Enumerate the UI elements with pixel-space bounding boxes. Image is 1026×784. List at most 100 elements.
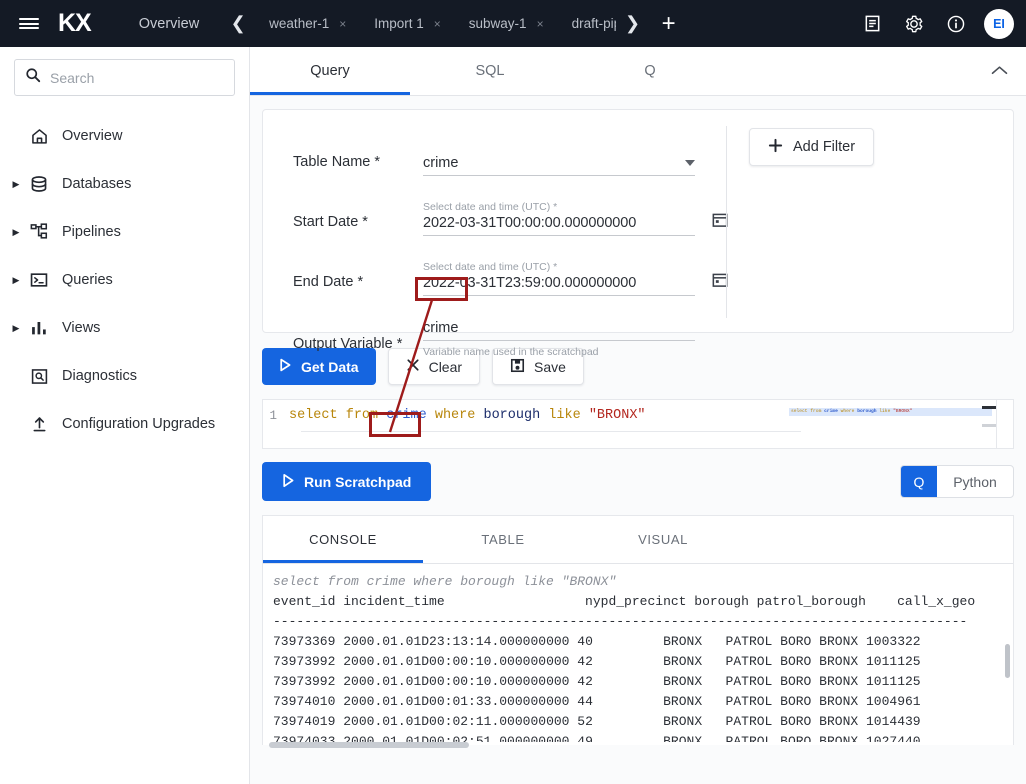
search-input[interactable]: Search: [14, 59, 235, 96]
output-panel: CONSOLE TABLE VISUAL select from crime w…: [262, 515, 1014, 748]
chevron-up-icon[interactable]: [972, 46, 1026, 95]
chevron-right-icon[interactable]: ▶: [8, 227, 24, 238]
tab-sql[interactable]: SQL: [410, 46, 570, 95]
sidebar-item-label: Databases: [62, 176, 132, 192]
close-icon: [406, 358, 420, 375]
scratchpad-controls: Run Scratchpad Q Python: [250, 449, 1026, 501]
sidebar-item-configuration-upgrades[interactable]: ▶ Configuration Upgrades: [0, 400, 249, 448]
cell-call-x-geo: 1004961: [865, 694, 921, 709]
tab-q[interactable]: Q: [570, 46, 730, 95]
sidebar-item-views[interactable]: ▶ Views: [0, 304, 249, 352]
field-label: Table Name *: [293, 154, 381, 170]
console-vertical-scrollbar[interactable]: [1005, 644, 1010, 678]
end-date-input[interactable]: 2022-03-31T23:59:00.000000000: [423, 275, 695, 296]
tabs-scroll-left-icon[interactable]: ❮: [221, 0, 255, 47]
language-option-python[interactable]: Python: [937, 466, 1013, 497]
cell-nypd-precinct: 42: [577, 654, 593, 669]
close-icon[interactable]: ×: [434, 17, 441, 31]
cell-incident-time: 2000.01.01D00:00:10.000000000: [343, 654, 570, 669]
tabs-scroll-right-icon[interactable]: ❯: [616, 0, 650, 47]
editor-current-line-underline: [301, 431, 801, 432]
sidebar-item-label: Diagnostics: [62, 368, 137, 384]
form-divider: [726, 126, 727, 318]
sidebar-item-queries[interactable]: ▶ Queries: [0, 256, 249, 304]
tab-query[interactable]: Query: [250, 46, 410, 95]
query-form-card: Table Name * crime Start Date * Select d…: [262, 109, 1014, 358]
language-option-q[interactable]: Q: [901, 466, 937, 497]
button-label: Clear: [428, 358, 463, 375]
sidebar-item-overview[interactable]: ▶ Overview: [0, 112, 249, 160]
tab-table[interactable]: TABLE: [423, 516, 583, 563]
cell-call-x-geo: 1011125: [865, 654, 921, 669]
cell-patrol-borough: PATROL BORO BRONX: [725, 694, 859, 709]
sidebar-item-pipelines[interactable]: ▶ Pipelines: [0, 208, 249, 256]
add-filter-label: Add Filter: [793, 139, 856, 155]
notes-icon[interactable]: [852, 0, 892, 47]
editor-minimap[interactable]: select from crime where borough like "BR…: [785, 400, 997, 448]
console-output[interactable]: select from crime where borough like "BR…: [263, 564, 1013, 742]
run-scratchpad-button[interactable]: Run Scratchpad: [262, 462, 432, 501]
tab-strip: weather-1 × Import 1 × subway-1 × draft-…: [255, 0, 615, 47]
sidebar-item-label: Overview: [62, 128, 123, 144]
cell-call-x-geo: 1027440: [865, 734, 921, 742]
tab-draft-pipeline[interactable]: draft-pip: [558, 0, 616, 47]
output-variable-input[interactable]: crime: [423, 320, 695, 341]
add-filter-button[interactable]: Add Filter: [749, 128, 875, 166]
close-icon[interactable]: ×: [537, 17, 544, 31]
editor-keyword-select: select: [289, 408, 338, 423]
nav-overview-link[interactable]: Overview: [117, 16, 221, 32]
info-icon[interactable]: [936, 0, 976, 47]
scratchpad-editor[interactable]: 1 select from crime where borough like "…: [262, 399, 1014, 449]
start-date-input[interactable]: 2022-03-31T00:00:00.000000000: [423, 215, 695, 236]
minimap-slider[interactable]: [982, 406, 996, 409]
table-name-select[interactable]: crime: [423, 155, 695, 176]
tab-weather-1[interactable]: weather-1 ×: [255, 0, 360, 47]
cell-borough: BRONX: [663, 694, 703, 709]
chevron-down-icon[interactable]: [685, 160, 695, 166]
sidebar-item-databases[interactable]: ▶ Databases: [0, 160, 249, 208]
sidebar-item-diagnostics[interactable]: ▶ Diagnostics: [0, 352, 249, 400]
tab-subway-1[interactable]: subway-1 ×: [455, 0, 558, 47]
sidebar-item-label: Pipelines: [62, 224, 121, 240]
add-tab-icon[interactable]: +: [650, 0, 688, 47]
application-root: KX Overview ❮ weather-1 × Import 1 × sub…: [0, 0, 1026, 784]
cell-borough: BRONX: [663, 634, 703, 649]
upload-icon: [24, 415, 54, 434]
hamburger-menu-icon[interactable]: [0, 0, 58, 47]
tab-visual[interactable]: VISUAL: [583, 516, 743, 563]
diagnostics-icon: [24, 367, 54, 386]
editor-table-token: crime: [386, 408, 427, 423]
button-label: Get Data: [301, 358, 359, 375]
field-start-date: Start Date * Select date and time (UTC) …: [293, 184, 728, 236]
tab-console[interactable]: CONSOLE: [263, 516, 423, 563]
cell-event-id: 73974033: [273, 734, 336, 742]
tab-label: draft-pip: [571, 16, 616, 31]
field-label: End Date *: [293, 274, 364, 290]
line-number: 1: [269, 408, 277, 423]
user-avatar[interactable]: EI: [984, 8, 1014, 39]
console-horizontal-scrollbar[interactable]: [269, 742, 469, 748]
cell-incident-time: 2000.01.01D00:01:33.000000000: [343, 694, 570, 709]
cell-event-id: 73974010: [273, 694, 336, 709]
tab-import-1[interactable]: Import 1 ×: [360, 0, 455, 47]
cell-call-x-geo: 1011125: [865, 674, 921, 689]
table-row: 73973992 2000.01.01D00:00:10.000000000 4…: [273, 654, 921, 669]
cell-call-x-geo: 1014439: [865, 714, 921, 729]
chevron-right-icon[interactable]: ▶: [8, 179, 24, 190]
cell-patrol-borough: PATROL BORO BRONX: [725, 734, 859, 742]
output-tabs: CONSOLE TABLE VISUAL: [263, 516, 1013, 564]
gear-icon[interactable]: [894, 0, 934, 47]
top-bar-actions: EI: [852, 0, 1026, 47]
search-icon: [25, 67, 41, 88]
field-value: 2022-03-31T23:59:00.000000000: [423, 275, 637, 291]
cell-nypd-precinct: 42: [577, 674, 593, 689]
cell-patrol-borough: PATROL BORO BRONX: [725, 674, 859, 689]
table-row: 73974033 2000.01.01D00:02:51.000000000 4…: [273, 734, 921, 742]
minimap-slider-secondary[interactable]: [982, 424, 996, 427]
chevron-right-icon[interactable]: ▶: [8, 323, 24, 334]
field-hint: Select date and time (UTC) *: [423, 261, 558, 273]
chevron-right-icon[interactable]: ▶: [8, 275, 24, 286]
language-toggle: Q Python: [900, 465, 1014, 498]
close-icon[interactable]: ×: [339, 17, 346, 31]
cell-nypd-precinct: 52: [577, 714, 593, 729]
